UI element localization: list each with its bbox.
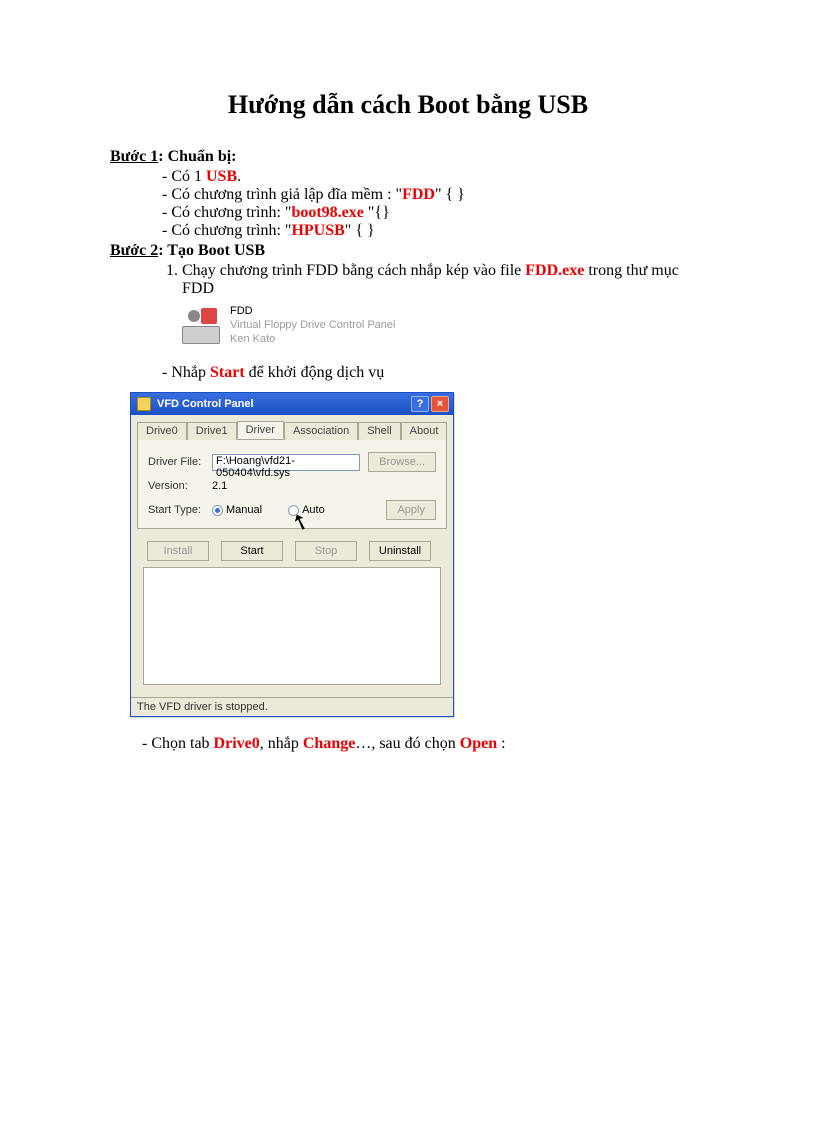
step1-list: Có 1 USB. Có chương trình giả lập đĩa mề… — [110, 168, 706, 240]
start-type-label: Start Type: — [148, 504, 204, 516]
tab-driver[interactable]: Driver — [237, 421, 284, 439]
status-bar: The VFD driver is stopped. — [131, 697, 453, 716]
driver-file-label: Driver File: — [148, 456, 204, 468]
start-button[interactable]: Start — [221, 541, 283, 561]
floppy-drive-icon — [182, 306, 220, 344]
fdd-file-meta: FDD Virtual Floppy Drive Control Panel K… — [230, 304, 395, 346]
apply-button[interactable]: Apply — [386, 500, 436, 520]
tab-drive1[interactable]: Drive1 — [187, 422, 237, 440]
app-icon — [137, 397, 151, 411]
tab-drive0[interactable]: Drive0 — [137, 422, 187, 440]
tab-association[interactable]: Association — [284, 422, 358, 440]
list-item: Chọn tab Drive0, nhắp Change…, sau đó ch… — [142, 735, 706, 753]
close-button[interactable]: × — [431, 396, 449, 412]
list-item: Có 1 USB. — [162, 168, 706, 186]
tab-about[interactable]: About — [401, 422, 448, 440]
list-item: Nhắp Start để khởi động dịch vụ — [162, 364, 706, 382]
step2-heading: Bước 2: Tạo Boot USB — [110, 242, 706, 260]
uninstall-button[interactable]: Uninstall — [369, 541, 431, 561]
version-value: 2.1 — [212, 480, 227, 492]
version-label: Version: — [148, 480, 204, 492]
vfd-control-panel-window: VFD Control Panel ? × Drive0 Drive1 Driv… — [130, 392, 454, 717]
list-item: Có chương trình giả lập đĩa mềm : "FDD" … — [162, 186, 706, 204]
list-item: Có chương trình: "boot98.exe "{} — [162, 204, 706, 222]
list-item: Có chương trình: "HPUSB" { } — [162, 222, 706, 240]
list-item: Chạy chương trình FDD bằng cách nhắp kép… — [182, 262, 706, 298]
stop-button[interactable]: Stop — [295, 541, 357, 561]
step2-sublist: Nhắp Start để khởi động dịch vụ — [110, 364, 706, 382]
install-button[interactable]: Install — [147, 541, 209, 561]
radio-auto[interactable]: Auto — [288, 504, 325, 516]
tab-panel-driver: Driver File: F:\Hoang\vfd21-050404\vfd.s… — [137, 439, 447, 529]
trailing-instruction: Chọn tab Drive0, nhắp Change…, sau đó ch… — [110, 735, 706, 753]
step1-heading: Bước 1: Chuẩn bị: — [110, 148, 706, 166]
tab-shell[interactable]: Shell — [358, 422, 400, 440]
browse-button[interactable]: Browse... — [368, 452, 436, 472]
step2-list: Chạy chương trình FDD bằng cách nhắp kép… — [110, 262, 706, 298]
help-button[interactable]: ? — [411, 396, 429, 412]
driver-file-input[interactable]: F:\Hoang\vfd21-050404\vfd.sys — [212, 454, 360, 471]
window-title: VFD Control Panel — [157, 398, 254, 410]
fdd-file-item: FDD Virtual Floppy Drive Control Panel K… — [182, 304, 706, 346]
action-button-row: ➘ Install Start Stop Uninstall — [137, 529, 447, 567]
output-pane — [143, 567, 441, 685]
tab-strip: Drive0 Drive1 Driver Association Shell A… — [137, 421, 447, 440]
page-title: Hướng dẫn cách Boot bằng USB — [110, 90, 706, 120]
window-titlebar[interactable]: VFD Control Panel ? × — [131, 393, 453, 415]
radio-manual[interactable]: Manual — [212, 504, 262, 516]
